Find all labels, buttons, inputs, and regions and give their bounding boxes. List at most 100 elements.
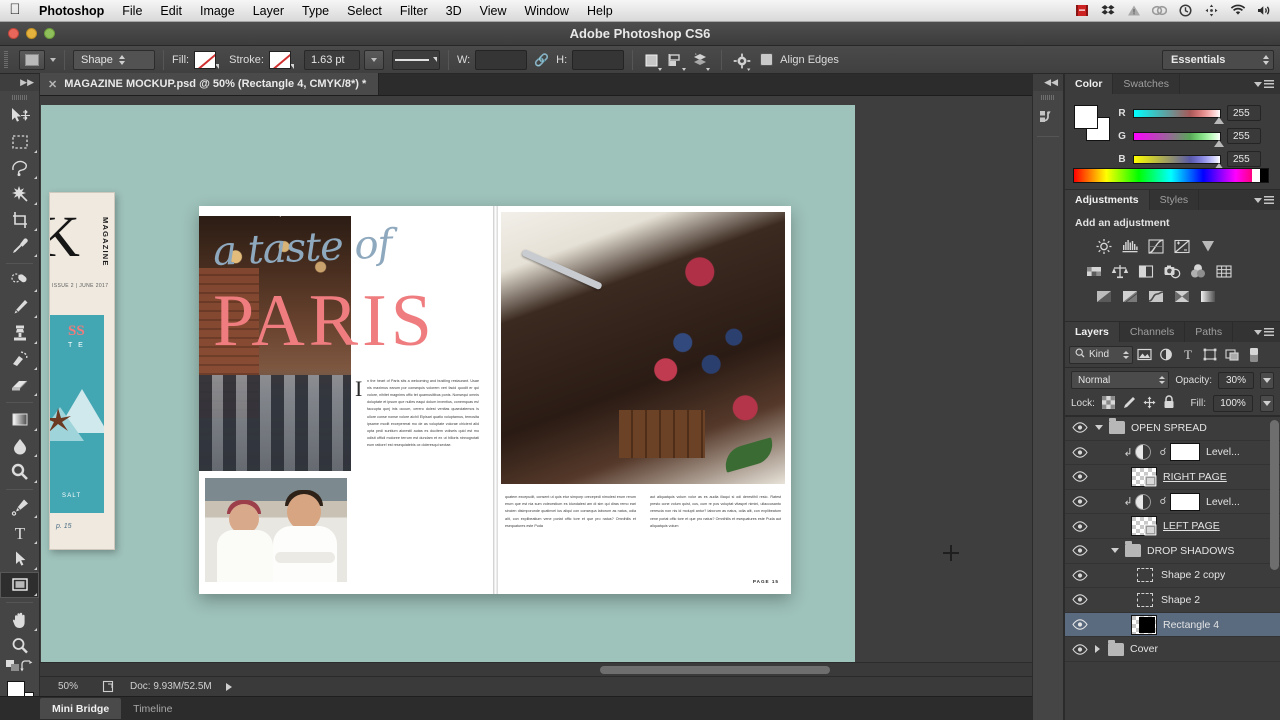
gear-icon[interactable] [730, 49, 754, 71]
curves-icon[interactable] [1145, 236, 1167, 256]
stroke-width-input[interactable]: 1.63 pt [303, 49, 360, 70]
history-actions-icon[interactable] [1033, 103, 1063, 133]
artboard[interactable]: K MAGAZINE ISSUE 2 | JUNE 2017 SS T E SA… [41, 105, 959, 673]
layer-name[interactable]: RIGHT PAGE [1163, 471, 1227, 483]
tab-paths[interactable]: Paths [1185, 322, 1234, 342]
table-row[interactable]: LEFT PAGE [1065, 514, 1280, 539]
layer-name[interactable]: Shape 2 [1161, 594, 1200, 606]
align-edges-checkbox[interactable] [760, 53, 774, 66]
stroke-swatch[interactable] [268, 50, 294, 69]
tab-timeline[interactable]: Timeline [121, 698, 184, 719]
lock-all-icon[interactable] [1163, 395, 1175, 412]
canvas-area[interactable]: K MAGAZINE ISSUE 2 | JUNE 2017 SS T E SA… [40, 96, 1064, 676]
adjustment-layers-filter-icon[interactable] [1155, 345, 1177, 365]
color-spectrum-ramp[interactable] [1073, 168, 1269, 183]
color-balance-icon[interactable] [1109, 261, 1131, 281]
path-alignment-icon[interactable] [665, 49, 689, 71]
slider-knob[interactable] [1214, 139, 1224, 147]
adjustment-layer-thumbnail[interactable] [1135, 444, 1151, 461]
brush-tool[interactable] [0, 294, 39, 320]
menu-type[interactable]: Type [293, 0, 338, 22]
tab-swatches[interactable]: Swatches [1113, 74, 1180, 94]
group-disclosure-icon[interactable] [1095, 425, 1103, 431]
table-row[interactable]: ↲ ☌ Level... [1065, 441, 1280, 466]
lock-image-pixels-icon[interactable] [1122, 396, 1136, 412]
tab-styles[interactable]: Styles [1150, 190, 1200, 210]
width-input[interactable] [475, 49, 528, 70]
layer-visibility-toggle[interactable] [1065, 545, 1095, 557]
workspace-select[interactable]: Essentials [1162, 49, 1274, 70]
expand-arrow-icon[interactable] [225, 682, 232, 691]
shape-layer-thumbnail[interactable] [1137, 568, 1153, 583]
color-lookup-icon[interactable] [1213, 261, 1235, 281]
tab-adjustments[interactable]: Adjustments [1065, 190, 1150, 210]
crop-tool[interactable] [0, 207, 39, 233]
black-white-icon[interactable] [1135, 261, 1157, 281]
default-colors-icon[interactable] [6, 659, 20, 675]
filter-toggle-icon[interactable] [1243, 345, 1265, 365]
adjustment-layer-thumbnail[interactable] [1135, 493, 1151, 510]
levels-icon[interactable] [1119, 236, 1141, 256]
tab-layers[interactable]: Layers [1065, 322, 1120, 342]
menu-filter[interactable]: Filter [391, 0, 437, 22]
layer-visibility-toggle[interactable] [1065, 594, 1095, 606]
panel-menu-icon[interactable] [1248, 74, 1280, 94]
magic-wand-tool[interactable] [0, 181, 39, 207]
fill-dropdown[interactable] [1260, 395, 1274, 412]
scrollbar-thumb[interactable] [1270, 420, 1279, 570]
chain-link-icon[interactable]: 🔗 [534, 53, 549, 67]
creative-cloud-icon[interactable] [1151, 3, 1168, 18]
channel-slider-r[interactable] [1133, 108, 1224, 124]
layer-visibility-toggle[interactable] [1065, 619, 1095, 630]
layer-name[interactable]: Shape 2 copy [1161, 569, 1225, 581]
channel-value-g[interactable]: 255 [1227, 128, 1261, 144]
lock-position-icon[interactable] [1143, 396, 1156, 412]
blend-mode-select[interactable]: Normal [1071, 371, 1170, 389]
blur-tool[interactable] [0, 433, 39, 459]
collapse-arrows-icon[interactable]: ◀◀ [1033, 74, 1063, 91]
tool-preset-picker[interactable] [19, 49, 45, 70]
opacity-dropdown[interactable] [1260, 371, 1274, 389]
type-layers-filter-icon[interactable]: T [1177, 345, 1199, 365]
wifi-icon[interactable] [1229, 3, 1246, 18]
layer-mask-thumbnail[interactable] [1170, 443, 1200, 462]
table-row[interactable]: Shape 2 [1065, 588, 1280, 613]
menu-photoshop[interactable]: Photoshop [30, 0, 113, 22]
collapse-arrows-icon[interactable]: ▶▶ [0, 74, 39, 91]
pixel-layers-filter-icon[interactable] [1133, 345, 1155, 365]
group-disclosure-icon[interactable] [1111, 548, 1119, 554]
chevron-down-icon[interactable] [50, 57, 56, 62]
scrollbar-thumb[interactable] [600, 666, 830, 674]
table-row[interactable]: Cover [1065, 637, 1280, 662]
channel-mixer-icon[interactable] [1187, 261, 1209, 281]
link-mask-icon[interactable]: ☌ [1156, 447, 1170, 458]
stroke-style-picker[interactable] [391, 49, 440, 70]
hue-saturation-icon[interactable] [1083, 261, 1105, 281]
canvas-horizontal-scrollbar[interactable] [40, 662, 1050, 676]
options-bar-grip[interactable] [4, 49, 14, 71]
close-icon[interactable]: ✕ [48, 78, 57, 91]
pen-tool[interactable] [0, 494, 39, 520]
lasso-tool[interactable] [0, 155, 39, 181]
layer-name[interactable]: Cover [1130, 643, 1158, 655]
menu-select[interactable]: Select [338, 0, 391, 22]
history-brush-tool[interactable] [0, 346, 39, 372]
layer-visibility-toggle[interactable] [1065, 570, 1095, 581]
white-swatch[interactable] [1252, 169, 1260, 182]
eyedropper-tool[interactable] [0, 233, 39, 259]
layer-visibility-toggle[interactable] [1065, 520, 1095, 532]
foreground-color-swatch[interactable] [1074, 105, 1098, 129]
menu-view[interactable]: View [471, 0, 516, 22]
path-arrangement-icon[interactable] [689, 49, 713, 71]
selective-color-icon[interactable] [1197, 286, 1219, 306]
move-tool[interactable] [0, 103, 39, 129]
minimize-window-button[interactable] [26, 28, 37, 39]
layer-mask-thumbnail[interactable] [1170, 492, 1200, 511]
layer-filter-kind-select[interactable]: Kind [1069, 345, 1133, 364]
channel-slider-g[interactable] [1133, 131, 1224, 147]
volume-icon[interactable] [1255, 3, 1272, 18]
zoom-window-button[interactable] [44, 28, 55, 39]
posterize-icon[interactable] [1119, 286, 1141, 306]
layer-name[interactable]: Level... [1206, 496, 1240, 508]
link-mask-icon[interactable]: ☌ [1156, 496, 1170, 507]
